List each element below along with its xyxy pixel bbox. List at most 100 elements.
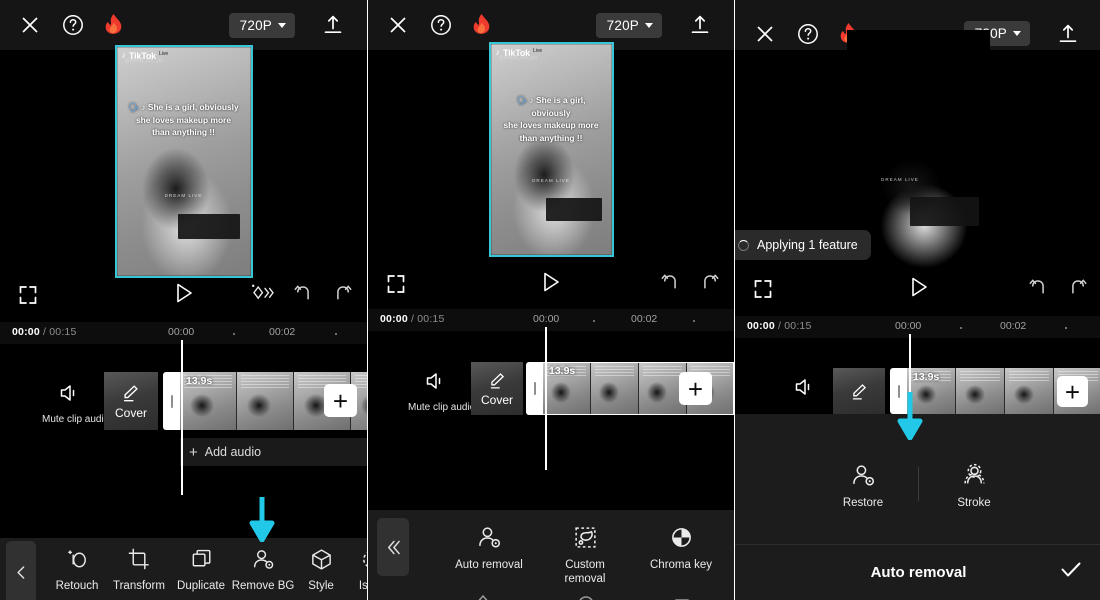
mute-clip-audio-button[interactable] (777, 376, 833, 403)
add-keyframe-icon[interactable] (249, 282, 275, 309)
clip-cover-button[interactable]: Cover (471, 362, 523, 415)
clip-cover-button[interactable] (833, 368, 885, 414)
clip-trim-handle-left[interactable] (526, 362, 543, 415)
undo-icon[interactable] (293, 282, 314, 308)
tool-label: Style (308, 580, 334, 592)
mute-clip-audio-button[interactable]: Mute clip audio (42, 382, 110, 425)
shirt-print-text: DREAM LIVE (164, 193, 203, 199)
export-upload-icon[interactable] (688, 13, 712, 37)
chevron-left-icon (16, 565, 24, 579)
time-separator: / (410, 313, 415, 325)
retouch-icon (67, 550, 86, 568)
ruler-dot-1 (233, 333, 235, 335)
ruler-dot-1 (960, 327, 962, 329)
tool-isolate[interactable]: Isola (348, 547, 367, 593)
mute-clip-audio-label: Mute clip audio (42, 414, 110, 425)
tool-retouch[interactable]: Retouch (46, 547, 108, 593)
play-icon[interactable] (540, 270, 562, 299)
resolution-label: 720P (606, 17, 639, 33)
timeline-track-row: Mute clip audio Cover 13.9s + + Add audi… (0, 372, 367, 466)
speaker-mute-icon (60, 385, 75, 401)
shirt-print-text: DREAM LIVE (881, 176, 919, 182)
redo-icon[interactable] (699, 271, 720, 297)
tool-label: Duplicate (177, 580, 225, 592)
remove-bg-toolbar: Auto removal Custom removal Chroma key (368, 510, 734, 600)
add-clip-button[interactable]: + (324, 384, 357, 417)
play-icon[interactable] (173, 281, 195, 310)
custom-removal-brush-icon (574, 527, 596, 548)
flame-icon[interactable] (472, 13, 491, 37)
isolate-icon (362, 552, 367, 567)
total-time: 00:15 (417, 313, 445, 325)
ruler-dot-2 (1065, 327, 1067, 329)
add-clip-button[interactable]: + (1057, 376, 1088, 407)
tool-chroma-key[interactable]: Chroma key (633, 524, 729, 572)
clip-cover-button[interactable]: Cover (104, 372, 158, 430)
timeline-playhead[interactable] (545, 327, 547, 470)
tool-style[interactable]: Style (294, 547, 348, 593)
fullscreen-expand-icon[interactable] (384, 272, 408, 296)
video-preview[interactable]: ♪ TikTok Live @m46B_run_yin 🗣 ♪ She is a… (114, 45, 253, 278)
video-caption-overlay: 🗣 ♪ She is a girl, obviously she loves m… (497, 94, 606, 144)
add-clip-button[interactable]: + (679, 372, 712, 405)
help-icon[interactable] (61, 13, 85, 37)
option-restore[interactable]: Restore (808, 462, 918, 510)
resolution-label: 720P (239, 17, 272, 33)
video-frame-image (490, 44, 612, 255)
confirm-button[interactable] (1058, 557, 1084, 588)
option-stroke[interactable]: Stroke (919, 462, 1029, 510)
add-audio-track[interactable]: + Add audio (180, 438, 367, 466)
filmstrip-frame (1005, 368, 1054, 414)
mute-clip-audio-label: Mute clip audio (408, 402, 476, 413)
undo-icon[interactable] (660, 271, 681, 297)
resolution-selector[interactable]: 720P (595, 12, 662, 38)
tool-transform[interactable]: Transform (108, 547, 170, 593)
clip-trim-handle-left[interactable] (163, 372, 180, 430)
timeline-ruler: 00:00 / 00:15 00:00 00:02 (368, 309, 734, 331)
fullscreen-expand-icon[interactable] (751, 277, 775, 301)
fullscreen-expand-icon[interactable] (16, 283, 40, 307)
video-preview[interactable]: ♪ TikTok Live @m46B_run_yin 🗣 ♪ She is a… (488, 42, 614, 257)
shirt-print-block (909, 196, 979, 226)
player-controls (0, 276, 367, 314)
clip-duration-badge: 13.9s (913, 371, 940, 383)
panel-step-1-editor: 720P ♪ TikTok Live @m46B_run_yin 🗣 ♪ She… (0, 0, 367, 600)
tool-duplicate[interactable]: Duplicate (170, 547, 232, 593)
flame-icon[interactable] (104, 13, 123, 37)
undo-icon[interactable] (1028, 276, 1049, 302)
timeline-playhead[interactable] (181, 340, 183, 495)
close-icon[interactable] (18, 13, 42, 37)
export-upload-icon[interactable] (321, 13, 345, 37)
peek-icon-2[interactable] (538, 591, 634, 600)
cover-label: Cover (114, 405, 147, 420)
resolution-selector[interactable]: 720P (228, 12, 295, 38)
peek-icon-3[interactable] (634, 591, 730, 600)
option-label: Stroke (957, 497, 991, 509)
tool-remove-bg[interactable]: Remove BG (232, 547, 294, 593)
timecode-display: 00:00 / 00:15 (747, 320, 812, 332)
close-icon[interactable] (386, 13, 410, 37)
redo-icon[interactable] (1067, 276, 1088, 302)
ruler-dot-2 (335, 333, 337, 335)
loading-spinner-icon (738, 239, 749, 251)
mute-clip-audio-button[interactable]: Mute clip audio (408, 370, 476, 413)
time-separator: / (777, 320, 782, 332)
ruler-dot-2 (693, 320, 695, 322)
option-label: Restore (842, 497, 884, 509)
filmstrip-frame (237, 372, 294, 430)
style-cube-icon (311, 549, 331, 570)
panel-step-2-remove-bg-menu: 720P ♪ TikTok Live @m46B_run_yin 🗣 ♪ She… (368, 0, 734, 600)
tool-custom-removal[interactable]: Custom removal (537, 524, 633, 587)
help-icon[interactable] (429, 13, 453, 37)
duplicate-icon (192, 549, 210, 567)
tool-auto-removal[interactable]: Auto removal (441, 524, 537, 572)
stroke-outline-icon (963, 463, 985, 484)
peek-icon-1[interactable] (428, 591, 538, 600)
tool-label: Auto removal (455, 559, 523, 571)
applying-feature-toast: Applying 1 feature (735, 230, 871, 260)
play-icon[interactable] (908, 275, 930, 304)
ruler-tick-1: 00:02 (1000, 320, 1027, 332)
timecode-display: 00:00 / 00:15 (380, 313, 445, 325)
redo-icon[interactable] (332, 282, 353, 308)
toolbar-back-button[interactable] (6, 541, 36, 600)
